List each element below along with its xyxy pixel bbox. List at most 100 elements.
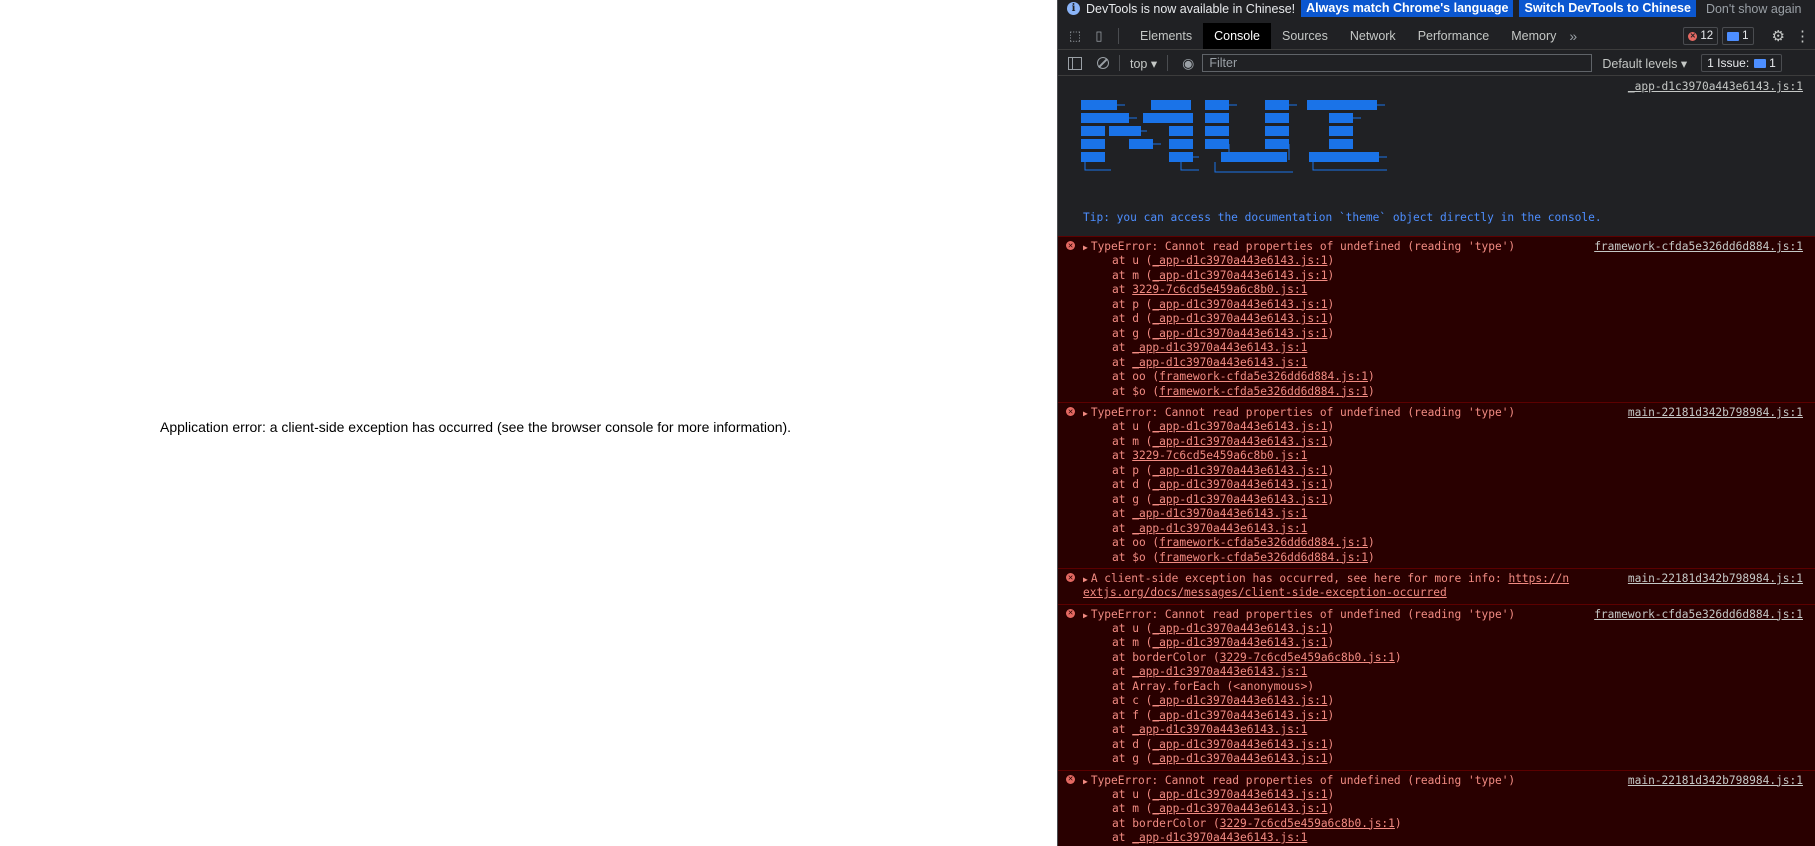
stack-frame-text: at xyxy=(1112,449,1133,462)
stack-frame-link[interactable]: _app-d1c3970a443e6143.js:1 xyxy=(1152,738,1327,751)
error-message[interactable]: ✕ ▶ TypeError: Cannot read properties of u… xyxy=(1058,603,1815,770)
stack-frame-link[interactable]: _app-d1c3970a443e6143.js:1 xyxy=(1152,709,1327,722)
console-banner-message: _app-d1c3970a443e6143.js:1 Tip: you can … xyxy=(1058,76,1815,236)
more-tabs-icon[interactable]: » xyxy=(1569,28,1577,44)
stack-frame-link[interactable]: _app-d1c3970a443e6143.js:1 xyxy=(1132,831,1307,844)
stack-frame-link[interactable]: _app-d1c3970a443e6143.js:1 xyxy=(1132,507,1307,520)
error-message[interactable]: ✕ ▶ TypeError: Cannot read properties of u… xyxy=(1058,769,1815,846)
error-message[interactable]: ✕ ▶ TypeError: Cannot read properties of u… xyxy=(1058,402,1815,568)
expand-caret-icon[interactable]: ▶ xyxy=(1083,243,1088,252)
tab-performance[interactable]: Performance xyxy=(1407,23,1501,49)
stack-frame-text: at $o ( xyxy=(1112,550,1160,564)
stack-frame-close: ) xyxy=(1327,254,1335,267)
stack-frame-close: ) xyxy=(1327,478,1335,491)
stack-frame-link[interactable]: _app-d1c3970a443e6143.js:1 xyxy=(1152,694,1327,707)
stack-frame-link[interactable]: _app-d1c3970a443e6143.js:1 xyxy=(1132,723,1307,736)
stack-frame-link[interactable]: _app-d1c3970a443e6143.js:1 xyxy=(1152,420,1327,433)
dont-show-again-button[interactable]: Don't show again xyxy=(1706,2,1802,16)
live-expression-eye-icon[interactable]: ◉ xyxy=(1182,55,1194,72)
stack-frame-close: ) xyxy=(1327,694,1335,707)
switch-to-chinese-button[interactable]: Switch DevTools to Chinese xyxy=(1519,0,1696,17)
tab-elements[interactable]: Elements xyxy=(1129,23,1203,49)
client-exception-text: A client-side exception has occurred, se… xyxy=(1090,572,1509,585)
kebab-menu-icon[interactable]: ⋮ xyxy=(1795,27,1810,45)
stack-frame-close: ) xyxy=(1394,816,1402,830)
stack-frame-link[interactable]: _app-d1c3970a443e6143.js:1 xyxy=(1152,636,1327,649)
stack-frame-text: at xyxy=(1112,665,1133,678)
stack-frame-link[interactable]: _app-d1c3970a443e6143.js:1 xyxy=(1152,254,1327,267)
stack-frame: at oo (framework-cfda5e326dd6d884.js:1) xyxy=(1083,370,1815,385)
error-count-badge[interactable]: ✕ 12 xyxy=(1683,27,1719,45)
error-source-link[interactable]: main-22181d342b798984.js:1 xyxy=(1628,773,1803,788)
expand-caret-icon[interactable]: ▶ xyxy=(1083,611,1088,620)
stack-frame-link[interactable]: 3229-7c6cd5e459a6c8b0.js:1 xyxy=(1220,651,1395,664)
filterbar-divider xyxy=(1167,55,1169,71)
stack-frame-link[interactable]: _app-d1c3970a443e6143.js:1 xyxy=(1152,622,1327,635)
issues-icon xyxy=(1754,58,1767,68)
client-exception-url-cont[interactable]: extjs.org/docs/messages/client-side-exce… xyxy=(1083,586,1447,599)
error-source-link[interactable]: framework-cfda5e326dd6d884.js:1 xyxy=(1594,239,1803,254)
stack-frame-link[interactable]: _app-d1c3970a443e6143.js:1 xyxy=(1152,788,1327,801)
console-filterbar: top ▾ ◉ Default levels ▾ 1 Issue: 1 xyxy=(1058,51,1815,76)
client-exception-source-link[interactable]: main-22181d342b798984.js:1 xyxy=(1628,571,1803,586)
stack-frame-text: at g ( xyxy=(1112,492,1153,506)
stack-frame-link[interactable]: _app-d1c3970a443e6143.js:1 xyxy=(1152,312,1327,325)
always-match-language-button[interactable]: Always match Chrome's language xyxy=(1301,0,1514,17)
error-source-link[interactable]: main-22181d342b798984.js:1 xyxy=(1628,405,1803,420)
banner-source-link[interactable]: _app-d1c3970a443e6143.js:1 xyxy=(1628,80,1803,93)
console-sidebar-icon[interactable] xyxy=(1068,56,1082,70)
stack-frame-link[interactable]: _app-d1c3970a443e6143.js:1 xyxy=(1132,341,1307,354)
tab-console[interactable]: Console xyxy=(1203,23,1271,49)
error-head: ▶ TypeError: Cannot read properties of un… xyxy=(1083,239,1815,254)
stack-frame: at c (_app-d1c3970a443e6143.js:1) xyxy=(1083,694,1815,709)
tab-memory[interactable]: Memory xyxy=(1500,23,1567,49)
console-filter-input[interactable] xyxy=(1202,54,1593,72)
stack-frame-link[interactable]: _app-d1c3970a443e6143.js:1 xyxy=(1152,298,1327,311)
stack-frame-link[interactable]: framework-cfda5e326dd6d884.js:1 xyxy=(1159,370,1368,383)
stack-frame-link[interactable]: framework-cfda5e326dd6d884.js:1 xyxy=(1159,385,1368,398)
client-exception-url[interactable]: https://n xyxy=(1508,572,1569,585)
gear-icon[interactable]: ⚙ xyxy=(1772,27,1785,45)
issues-badge[interactable]: 1 Issue: 1 xyxy=(1701,54,1782,72)
stack-frame-link[interactable]: _app-d1c3970a443e6143.js:1 xyxy=(1152,269,1327,282)
tab-network[interactable]: Network xyxy=(1339,23,1407,49)
stack-frame-text: at m ( xyxy=(1112,636,1153,649)
stack-frame-link[interactable]: _app-d1c3970a443e6143.js:1 xyxy=(1152,493,1327,506)
stack-frame: at Array.forEach (<anonymous>) xyxy=(1083,680,1815,695)
context-select[interactable]: top ▾ xyxy=(1130,56,1157,71)
error-source-link[interactable]: framework-cfda5e326dd6d884.js:1 xyxy=(1594,607,1803,622)
stack-frame-link[interactable]: _app-d1c3970a443e6143.js:1 xyxy=(1152,478,1327,491)
stack-frame-link[interactable]: 3229-7c6cd5e459a6c8b0.js:1 xyxy=(1132,283,1307,296)
expand-caret-icon[interactable]: ▶ xyxy=(1083,777,1088,786)
stack-frame-link[interactable]: _app-d1c3970a443e6143.js:1 xyxy=(1152,464,1327,477)
stack-frame-link[interactable]: _app-d1c3970a443e6143.js:1 xyxy=(1132,665,1307,678)
stack-frame-link[interactable]: 3229-7c6cd5e459a6c8b0.js:1 xyxy=(1220,817,1395,830)
stack-frame-close: ) xyxy=(1367,536,1375,549)
client-exception-message[interactable]: ✕ ▶ A client-side exception has occurred,… xyxy=(1058,568,1815,604)
stack-frame-link[interactable]: _app-d1c3970a443e6143.js:1 xyxy=(1152,752,1327,765)
message-count: 1 xyxy=(1742,30,1749,42)
clear-console-icon[interactable] xyxy=(1097,57,1109,69)
error-message[interactable]: ✕ ▶ TypeError: Cannot read properties of u… xyxy=(1058,236,1815,402)
stack-frame-link[interactable]: framework-cfda5e326dd6d884.js:1 xyxy=(1159,536,1368,549)
stack-frame-link[interactable]: _app-d1c3970a443e6143.js:1 xyxy=(1152,802,1327,815)
stack-frame-link[interactable]: _app-d1c3970a443e6143.js:1 xyxy=(1152,327,1327,340)
device-toolbar-icon[interactable]: ▯ xyxy=(1092,28,1106,43)
message-count-badge[interactable]: 1 xyxy=(1722,27,1754,45)
stack-frame-text: at d ( xyxy=(1112,478,1153,491)
info-icon: i xyxy=(1067,2,1080,15)
stack-frame-link[interactable]: _app-d1c3970a443e6143.js:1 xyxy=(1132,356,1307,369)
stack-frame-link[interactable]: _app-d1c3970a443e6143.js:1 xyxy=(1152,435,1327,448)
log-levels-select[interactable]: Default levels ▾ xyxy=(1602,56,1687,71)
stack-frame-text: at oo ( xyxy=(1112,370,1160,383)
console-log: _app-d1c3970a443e6143.js:1 Tip: you can … xyxy=(1058,76,1815,846)
tab-sources[interactable]: Sources xyxy=(1271,23,1339,49)
stack-frame: at d (_app-d1c3970a443e6143.js:1) xyxy=(1083,478,1815,493)
stack-frame-link[interactable]: _app-d1c3970a443e6143.js:1 xyxy=(1132,522,1307,535)
expand-caret-icon[interactable]: ▶ xyxy=(1083,575,1088,584)
stack-frame-link[interactable]: framework-cfda5e326dd6d884.js:1 xyxy=(1159,551,1368,564)
error-head: ▶ TypeError: Cannot read properties of un… xyxy=(1083,773,1815,788)
expand-caret-icon[interactable]: ▶ xyxy=(1083,409,1088,418)
stack-frame-link[interactable]: 3229-7c6cd5e459a6c8b0.js:1 xyxy=(1132,449,1307,462)
inspect-element-icon[interactable]: ⬚ xyxy=(1068,28,1082,43)
